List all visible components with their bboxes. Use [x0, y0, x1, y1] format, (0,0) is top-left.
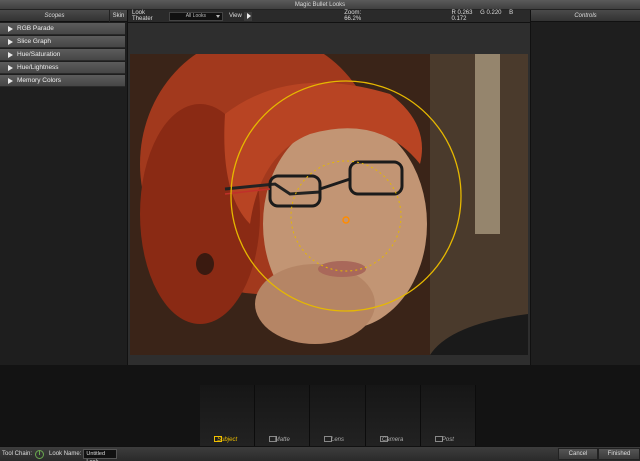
- looks-dropdown-value: All Looks: [185, 13, 207, 19]
- looks-dropdown[interactable]: All Looks: [168, 11, 223, 21]
- scopes-title: Scopes: [44, 12, 65, 19]
- look-name-field[interactable]: Untitled Look: [83, 449, 118, 461]
- tool-chain-label: Tool Chain:: [2, 451, 33, 457]
- zoom-readout: Zoom: 66.2%: [344, 10, 377, 22]
- view-label: View: [228, 13, 242, 19]
- tool-tab-camera[interactable]: Camera: [365, 385, 421, 446]
- look-name-label: Look Name:: [49, 451, 82, 457]
- cancel-button[interactable]: Cancel: [558, 448, 598, 460]
- tool-tab-label: Camera: [382, 437, 404, 443]
- scope-item-label: Slice Graph: [17, 38, 51, 45]
- tool-tab-label: Subject: [217, 437, 238, 443]
- tool-tab-label: Post: [441, 437, 454, 443]
- power-icon[interactable]: [35, 449, 45, 459]
- tool-tab-lens[interactable]: Lens: [310, 385, 366, 446]
- tools-area: Subject Matte Lens Camera Post: [0, 365, 640, 446]
- scope-item-label: Memory Colors: [17, 77, 62, 84]
- tool-tab-subject[interactable]: Subject: [200, 385, 256, 446]
- rgb-readout: R 0.263 G 0.220 B 0.172: [451, 10, 530, 22]
- bottom-bar: Tool Chain: Look Name: Untitled Look Can…: [0, 446, 640, 461]
- look-theater-bar: Look Theater All Looks View Zoom: 66.2% …: [128, 10, 530, 23]
- window-title: Magic Bullet Looks: [0, 0, 640, 10]
- scope-item-hue-lightness[interactable]: Hue/Lightness: [0, 62, 125, 74]
- chevron-down-icon: [215, 14, 220, 18]
- tool-tab-post[interactable]: Post: [420, 385, 477, 446]
- disclosure-triangle-icon: [8, 25, 13, 32]
- scope-item-rgb-parade[interactable]: RGB Parade: [0, 23, 125, 35]
- disclosure-triangle-icon: [8, 38, 13, 45]
- scopes-panel: Scopes Skin RGB Parade Slice Graph Hue/S…: [0, 9, 128, 365]
- finished-button[interactable]: Finished: [598, 448, 640, 460]
- disclosure-triangle-icon: [8, 51, 13, 58]
- scope-item-label: Hue/Saturation: [17, 51, 61, 58]
- green-value: G 0.220: [480, 10, 502, 16]
- scope-item-label: RGB Parade: [17, 25, 54, 32]
- tool-tab-matte[interactable]: Matte: [255, 385, 311, 446]
- disclosure-triangle-icon: [8, 77, 13, 84]
- preview-illustration: [130, 54, 528, 355]
- tool-tab-label: Lens: [331, 437, 345, 443]
- tool-tabs: Subject Matte Lens Camera Post: [200, 385, 477, 446]
- controls-title: Controls: [531, 10, 640, 22]
- scope-item-memory-colors[interactable]: Memory Colors: [0, 75, 125, 87]
- image-viewer: [128, 23, 530, 365]
- look-theater-label: Look Theater: [132, 10, 153, 22]
- play-icon[interactable]: [243, 11, 253, 21]
- scope-item-hue-saturation[interactable]: Hue/Saturation: [0, 49, 125, 61]
- preview-image[interactable]: [130, 54, 528, 355]
- zoom-value: 66.2%: [344, 16, 362, 22]
- controls-panel: Controls: [530, 10, 640, 365]
- scope-item-slice-graph[interactable]: Slice Graph: [0, 36, 125, 48]
- disclosure-triangle-icon: [8, 64, 13, 71]
- scope-item-label: Hue/Lightness: [17, 64, 59, 71]
- scopes-header: Scopes Skin: [0, 9, 127, 22]
- skin-button[interactable]: Skin: [109, 9, 127, 22]
- tool-tab-label: Matte: [274, 437, 290, 443]
